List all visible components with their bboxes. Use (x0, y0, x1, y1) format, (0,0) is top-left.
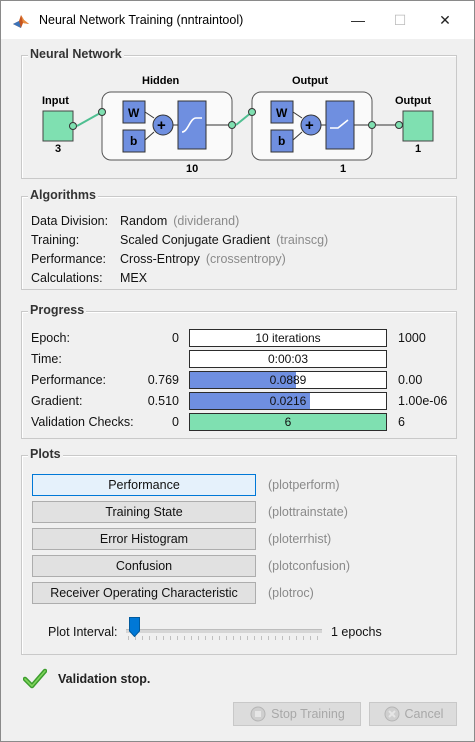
maximize-button[interactable]: ☐ (377, 1, 423, 39)
svg-text:+: + (305, 117, 314, 134)
plot-function-label: (ploterrhist) (268, 532, 332, 546)
progress-end-value: 1.00e-06 (398, 394, 448, 408)
progress-label: Time: (31, 352, 62, 366)
check-icon (23, 668, 47, 689)
progress-bar: 10 iterations (189, 329, 387, 347)
plot-training-state-button[interactable]: Training State (32, 501, 256, 523)
progress-row-gradient: Gradient: 0.510 0.0216 1.00e-06 (31, 392, 451, 410)
hidden-transfer-block (177, 100, 207, 150)
svg-text:b: b (278, 134, 285, 148)
progress-bar: 6 (189, 413, 387, 431)
plot-confusion-button[interactable]: Confusion (32, 555, 256, 577)
output-transfer-block (325, 100, 355, 150)
nntraintool-window: Neural Network Training (nntraintool) — … (0, 0, 475, 742)
stop-icon (250, 706, 266, 722)
output-label: Output (395, 95, 431, 107)
progress-label: Gradient: (31, 394, 83, 408)
algorithm-label: Training: (31, 233, 80, 247)
matlab-app-icon (13, 15, 29, 28)
cancel-label: Cancel (404, 707, 444, 721)
progress-bar: 0:00:03 (189, 350, 387, 368)
progress-label: Epoch: (31, 331, 70, 345)
progress-bar-text: 0.0216 (269, 394, 307, 408)
plot-performance-button[interactable]: Performance (32, 474, 256, 496)
progress-end-value: 6 (398, 415, 405, 429)
hidden-layer-label: Hidden (142, 75, 180, 87)
algorithm-label: Calculations: (31, 271, 103, 285)
progress-bar-text: 0:00:03 (267, 352, 309, 366)
svg-text:b: b (130, 134, 137, 148)
window-title: Neural Network Training (nntraintool) (39, 13, 244, 27)
stop-training-label: Stop Training (271, 707, 345, 721)
algorithm-function: (dividerand) (173, 214, 240, 228)
title-bar: Neural Network Training (nntraintool) — … (1, 1, 474, 39)
input-label: Input (42, 95, 69, 107)
neural-network-panel: Neural Network Input 3 Hidden W b + 10 O… (21, 47, 457, 179)
svg-text:W: W (276, 106, 288, 120)
progress-start-value: 0.769 (147, 373, 179, 387)
network-diagram: Input 3 Hidden W b + 10 Output W b + 1 O… (42, 75, 434, 175)
stop-training-button[interactable]: Stop Training (233, 702, 361, 726)
progress-start-value: 0.510 (147, 394, 179, 408)
output-node (402, 110, 434, 142)
progress-bar: 0.0889 (189, 371, 387, 389)
algorithm-function: (trainscg) (276, 233, 329, 247)
algorithm-value: Scaled Conjugate Gradient (120, 233, 271, 247)
plot-interval-slider-thumb[interactable] (129, 617, 140, 637)
cancel-button[interactable]: Cancel (369, 702, 457, 726)
progress-end-value: 0.00 (398, 373, 423, 387)
progress-bar-text: 6 (284, 415, 292, 429)
output-layer-label: Output (292, 75, 328, 87)
plot-function-label: (plotperform) (268, 478, 340, 492)
hidden-size: 10 (186, 163, 198, 175)
minimize-button[interactable]: — (335, 1, 381, 39)
plot-function-label: (plotconfusion) (268, 559, 350, 573)
svg-text:W: W (128, 106, 140, 120)
progress-title: Progress (28, 303, 87, 317)
output-size: 1 (415, 143, 421, 155)
input-size: 3 (55, 143, 61, 155)
progress-bar-text: 10 iterations (255, 331, 321, 345)
close-button[interactable]: ✕ (422, 1, 468, 39)
svg-text:+: + (157, 117, 166, 134)
input-node (42, 110, 74, 142)
algorithm-function: (crossentropy) (205, 252, 286, 266)
plot-function-label: (plotroc) (268, 586, 314, 600)
progress-panel: Progress Epoch: 0 10 iterations 1000 Tim… (21, 303, 457, 439)
algorithms-title: Algorithms (28, 188, 98, 202)
plot-interval-label: Plot Interval: (48, 625, 118, 639)
progress-row-epoch: Epoch: 0 10 iterations 1000 (31, 329, 451, 347)
plot-interval-slider-ticks (128, 636, 322, 640)
algorithm-value: Random (120, 214, 168, 228)
plot-error-histogram-button[interactable]: Error Histogram (32, 528, 256, 550)
algorithm-label: Performance: (31, 252, 107, 266)
algorithm-value: MEX (120, 271, 148, 285)
algorithm-label: Data Division: (31, 214, 109, 228)
progress-label: Performance: (31, 373, 107, 387)
plot-roc-button[interactable]: Receiver Operating Characteristic (32, 582, 256, 604)
plot-interval-value: 1 epochs (331, 625, 382, 639)
output-layer-size: 1 (340, 163, 346, 175)
progress-label: Validation Checks: (31, 415, 134, 429)
plots-panel: Plots Performance (plotperform) Training… (21, 447, 457, 655)
algorithm-value: Cross-Entropy (120, 252, 200, 266)
progress-row-time: Time: 0:00:03 (31, 350, 451, 368)
progress-bar: 0.0216 (189, 392, 387, 410)
progress-end-value: 1000 (398, 331, 426, 345)
progress-start-value: 0 (172, 415, 179, 429)
plot-function-label: (plottrainstate) (268, 505, 348, 519)
cancel-icon (384, 706, 400, 722)
plot-interval-slider-track[interactable] (126, 629, 322, 633)
plots-title: Plots (28, 447, 63, 461)
status-message: Validation stop. (58, 672, 151, 686)
progress-row-validation-checks: Validation Checks: 0 6 6 (31, 413, 451, 431)
progress-row-performance: Performance: 0.769 0.0889 0.00 (31, 371, 451, 389)
algorithms-panel: Algorithms Data Division: Random (divider… (21, 188, 457, 290)
progress-bar-text: 0.0889 (269, 373, 307, 387)
progress-start-value: 0 (172, 331, 179, 345)
